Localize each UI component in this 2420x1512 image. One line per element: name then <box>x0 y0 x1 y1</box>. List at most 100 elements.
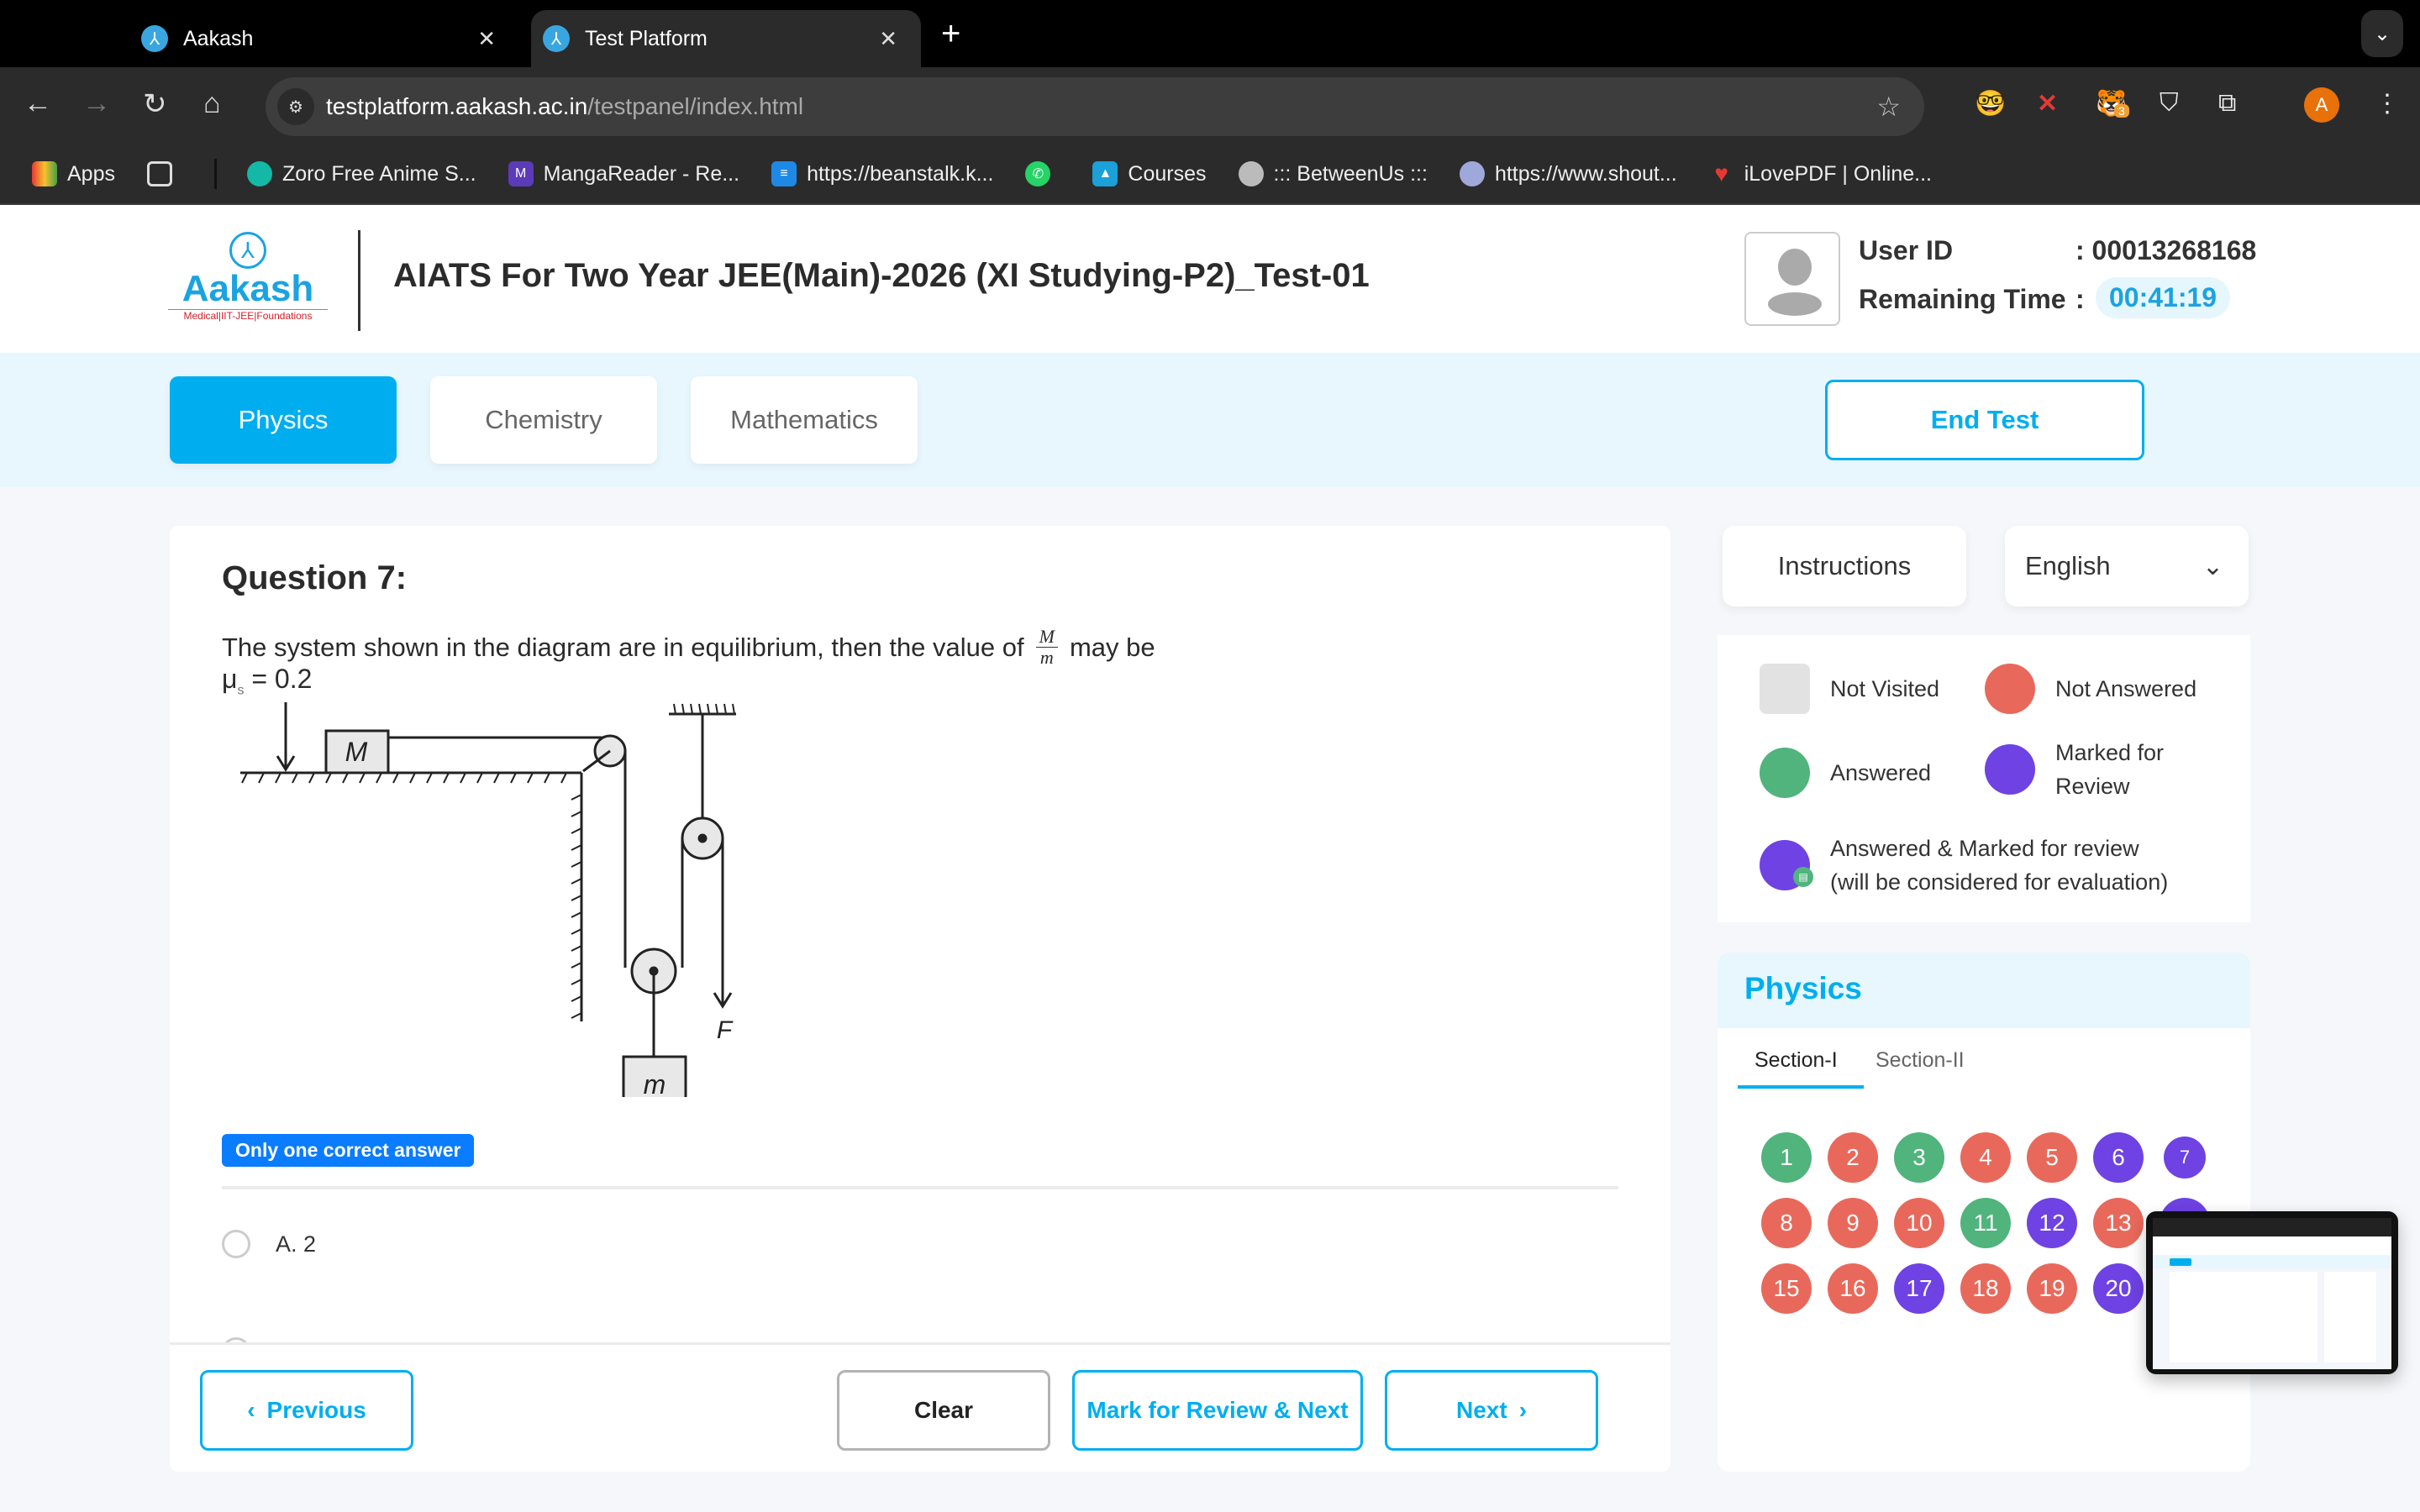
extension-glasses-icon[interactable]: 🤓 <box>1975 89 2006 118</box>
bookmark-shout[interactable]: https://www.shout... <box>1459 161 1677 186</box>
question-button-10[interactable]: 10 <box>1894 1198 1944 1248</box>
mu-value: = 0.2 <box>244 664 313 694</box>
question-button-3[interactable]: 3 <box>1894 1132 1944 1183</box>
question-button-18[interactable]: 18 <box>1960 1263 2011 1314</box>
label-F: F <box>717 1016 734 1044</box>
question-button-17[interactable]: 17 <box>1894 1263 1944 1314</box>
tab-groups-button[interactable] <box>146 161 182 186</box>
legend-not-answered: Not Answered <box>1985 664 2196 714</box>
bookmark-courses[interactable]: ▲ Courses <box>1092 161 1207 186</box>
next-button[interactable]: Next › <box>1385 1370 1598 1451</box>
bookmark-label: https://www.shout... <box>1494 161 1677 186</box>
browser-toolbar: ← → ↻ ⌂ ⚙ testplatform.aakash.ac.in /tes… <box>0 67 2420 144</box>
bookmark-zoro[interactable]: Zoro Free Anime S... <box>246 161 476 186</box>
bookmark-apps[interactable]: Apps <box>32 161 115 186</box>
question-button-7[interactable]: 7 <box>2164 1137 2206 1179</box>
question-button-15[interactable]: 15 <box>1761 1263 1812 1314</box>
question-button-11[interactable]: 11 <box>1960 1198 2011 1248</box>
question-button-16[interactable]: 16 <box>1828 1263 1878 1314</box>
zoro-icon <box>246 161 272 186</box>
remaining-time-label: Remaining Time <box>1859 284 2066 314</box>
question-button-19[interactable]: 19 <box>2027 1263 2077 1314</box>
language-select[interactable]: English ⌄ <box>2005 526 2249 606</box>
instructions-button[interactable]: Instructions <box>1723 526 1966 606</box>
mark-review-next-button[interactable]: Mark for Review & Next <box>1072 1370 1363 1451</box>
fraction-denominator: m <box>1039 647 1054 668</box>
profile-avatar[interactable]: A <box>2304 87 2339 123</box>
subject-tab-chemistry[interactable]: Chemistry <box>430 376 657 464</box>
aakash-logo[interactable]: ⅄ Aakash Medical|IIT-JEE|Foundations <box>168 232 328 333</box>
user-id-label: User ID <box>1859 235 1954 265</box>
answered-marked-swatch: ▤ <box>1760 840 1813 890</box>
bookmark-mangareader[interactable]: M MangaReader - Re... <box>508 161 739 186</box>
extension-tiger-icon[interactable]: 🐯 3 <box>2096 89 2129 118</box>
user-id-value: : 00013268168 <box>2075 235 2257 265</box>
extension-x-icon[interactable]: ✕ <box>2037 89 2058 118</box>
question-button-1[interactable]: 1 <box>1761 1132 1812 1183</box>
language-selected: English <box>2025 551 2111 580</box>
question-divider <box>222 1186 1618 1189</box>
bookmark-star-icon[interactable]: ☆ <box>1876 91 1901 123</box>
question-button-5[interactable]: 5 <box>2027 1132 2077 1183</box>
screenshot-thumbnail[interactable] <box>2146 1211 2398 1374</box>
address-bar[interactable]: ⚙ testplatform.aakash.ac.in /testpanel/i… <box>266 77 1924 136</box>
option-a[interactable]: A. 2 <box>222 1230 316 1258</box>
bookmark-beanstalk[interactable]: ≡ https://beanstalk.k... <box>771 161 993 186</box>
label-m: m <box>644 1069 666 1097</box>
bookmark-betweenus[interactable]: ::: BetweenUs ::: <box>1238 161 1428 186</box>
question-button-12[interactable]: 12 <box>2027 1198 2077 1248</box>
floor-hatch <box>241 772 567 784</box>
question-button-20[interactable]: 20 <box>2093 1263 2144 1314</box>
section-tab-1[interactable]: Section-I <box>1754 1048 1838 1073</box>
browser-tab-strip: ⅄ Aakash ✕ ⅄ Test Platform ✕ + ⌄ <box>0 0 2420 67</box>
fraction-m-over-m: M m <box>1035 627 1058 668</box>
browser-tab-test-platform[interactable]: ⅄ Test Platform ✕ <box>531 10 921 67</box>
bookmark-label: iLovePDF | Online... <box>1744 161 1932 186</box>
answered-swatch <box>1760 748 1810 798</box>
question-button-8[interactable]: 8 <box>1761 1198 1812 1248</box>
extension-cup-icon[interactable]: ⛉ <box>2160 89 2179 118</box>
option-a-radio[interactable] <box>222 1230 250 1258</box>
browser-menu-icon[interactable]: ⋮ <box>2375 89 2400 118</box>
previous-button[interactable]: ‹ Previous <box>200 1370 413 1451</box>
answered-mini-icon: ▤ <box>1793 867 1813 887</box>
home-icon[interactable]: ⌂ <box>203 87 221 120</box>
extensions-puzzle-icon[interactable]: ⧉ <box>2218 89 2236 118</box>
question-button-2[interactable]: 2 <box>1828 1132 1878 1183</box>
bookmark-ilovepdf[interactable]: ♥ iLovePDF | Online... <box>1709 160 1932 186</box>
chevron-down-icon: ⌄ <box>2202 552 2223 580</box>
subject-tab-mathematics[interactable]: Mathematics <box>691 376 918 464</box>
close-tab-icon[interactable]: ✕ <box>879 26 897 52</box>
site-settings-icon[interactable]: ⚙ <box>277 88 314 125</box>
reload-icon[interactable]: ↻ <box>143 87 167 121</box>
apps-grid-icon <box>32 161 57 186</box>
section-tab-2[interactable]: Section-II <box>1876 1048 1965 1073</box>
legend-answered: Answered <box>1760 748 1931 798</box>
forward-arrow-icon[interactable]: → <box>82 87 111 120</box>
url-host: testplatform.aakash.ac.in <box>326 93 588 119</box>
clear-button[interactable]: Clear <box>837 1370 1050 1451</box>
question-button-6[interactable]: 6 <box>2093 1132 2144 1183</box>
browser-tab-aakash[interactable]: ⅄ Aakash ✕ <box>141 10 519 67</box>
question-panel: Question 7: The system shown in the diag… <box>170 526 1670 1472</box>
bookmark-whatsapp[interactable]: ✆ <box>1025 161 1060 186</box>
close-tab-icon[interactable]: ✕ <box>477 26 496 52</box>
bookmark-label: https://beanstalk.k... <box>807 161 994 186</box>
mangareader-icon: M <box>508 161 534 186</box>
question-button-9[interactable]: 9 <box>1828 1198 1878 1248</box>
aakash-logo-icon: ⅄ <box>229 232 266 269</box>
back-arrow-icon[interactable]: ← <box>24 87 52 120</box>
grid-icon <box>146 161 172 186</box>
tab-title: Test Platform <box>585 26 708 50</box>
question-button-13[interactable]: 13 <box>2093 1198 2144 1248</box>
subject-tab-physics[interactable]: Physics <box>170 376 397 464</box>
tab-search-chevron-icon[interactable]: ⌄ <box>2361 10 2403 57</box>
aakash-favicon-icon: ⅄ <box>543 25 570 52</box>
remaining-time-colon: : <box>2075 284 2085 314</box>
pulley-diagram: M m F <box>240 702 736 1097</box>
end-test-button[interactable]: End Test <box>1825 380 2144 460</box>
new-tab-button[interactable]: + <box>941 15 960 53</box>
legend-answered-marked: ▤ Answered & Marked for review (will be co… <box>1760 832 2168 899</box>
courses-icon: ▲ <box>1092 161 1118 186</box>
question-button-4[interactable]: 4 <box>1960 1132 2011 1183</box>
